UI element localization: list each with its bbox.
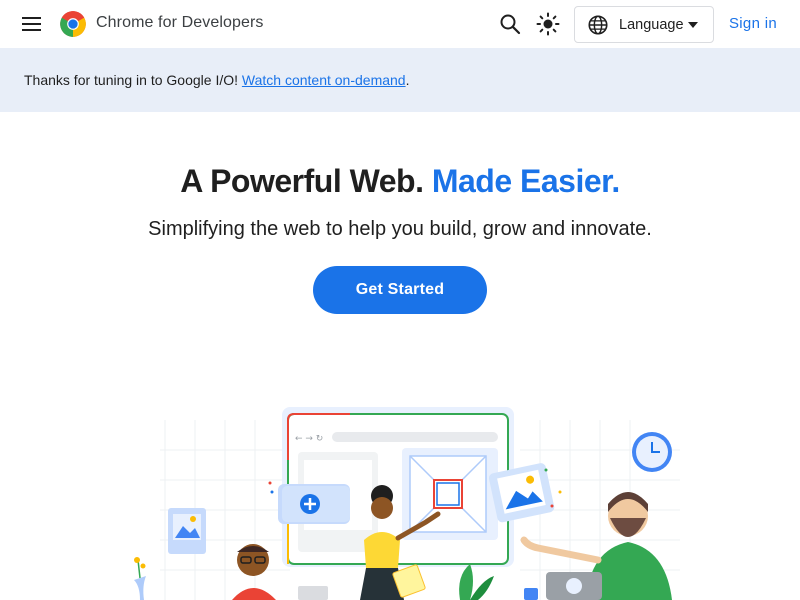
add-card-illustration (278, 484, 350, 524)
watch-on-demand-link[interactable]: Watch content on-demand (242, 72, 406, 88)
brand-name[interactable]: Chrome for Developers (96, 14, 264, 32)
banner-text: Thanks for tuning in to Google I/O! Watc… (24, 72, 409, 88)
svg-text:← → ↻: ← → ↻ (295, 434, 323, 444)
plant-illustration (459, 564, 494, 600)
hero-title-part1: A Powerful Web. (180, 163, 424, 199)
theme-toggle-icon[interactable] (536, 12, 560, 36)
small-photo-illustration (168, 508, 206, 554)
globe-icon (588, 15, 608, 35)
banner-suffix: . (405, 72, 410, 88)
language-label: Language (619, 17, 684, 33)
chrome-logo-icon[interactable] (59, 10, 87, 38)
hero-title-part2: Made Easier. (431, 163, 620, 199)
hero-illustration: ← → ↻ (134, 407, 680, 600)
sign-in-link[interactable]: Sign in (729, 15, 777, 32)
caret-down-icon (688, 22, 698, 28)
announcement-banner: Thanks for tuning in to Google I/O! Watc… (0, 48, 800, 112)
language-select[interactable]: Language (574, 6, 714, 43)
clock-illustration (632, 432, 672, 472)
menu-icon[interactable] (18, 13, 46, 35)
top-app-bar: Chrome for Developers Language Sign in (0, 0, 800, 48)
vase-illustration (134, 557, 146, 600)
search-icon[interactable] (498, 12, 522, 36)
hero-subtitle: Simplifying the web to help you build, g… (148, 218, 652, 240)
banner-message: Thanks for tuning in to Google I/O! (24, 72, 239, 88)
get-started-button[interactable]: Get Started (313, 266, 487, 314)
hero-title: A Powerful Web. Made Easier. (0, 163, 800, 200)
